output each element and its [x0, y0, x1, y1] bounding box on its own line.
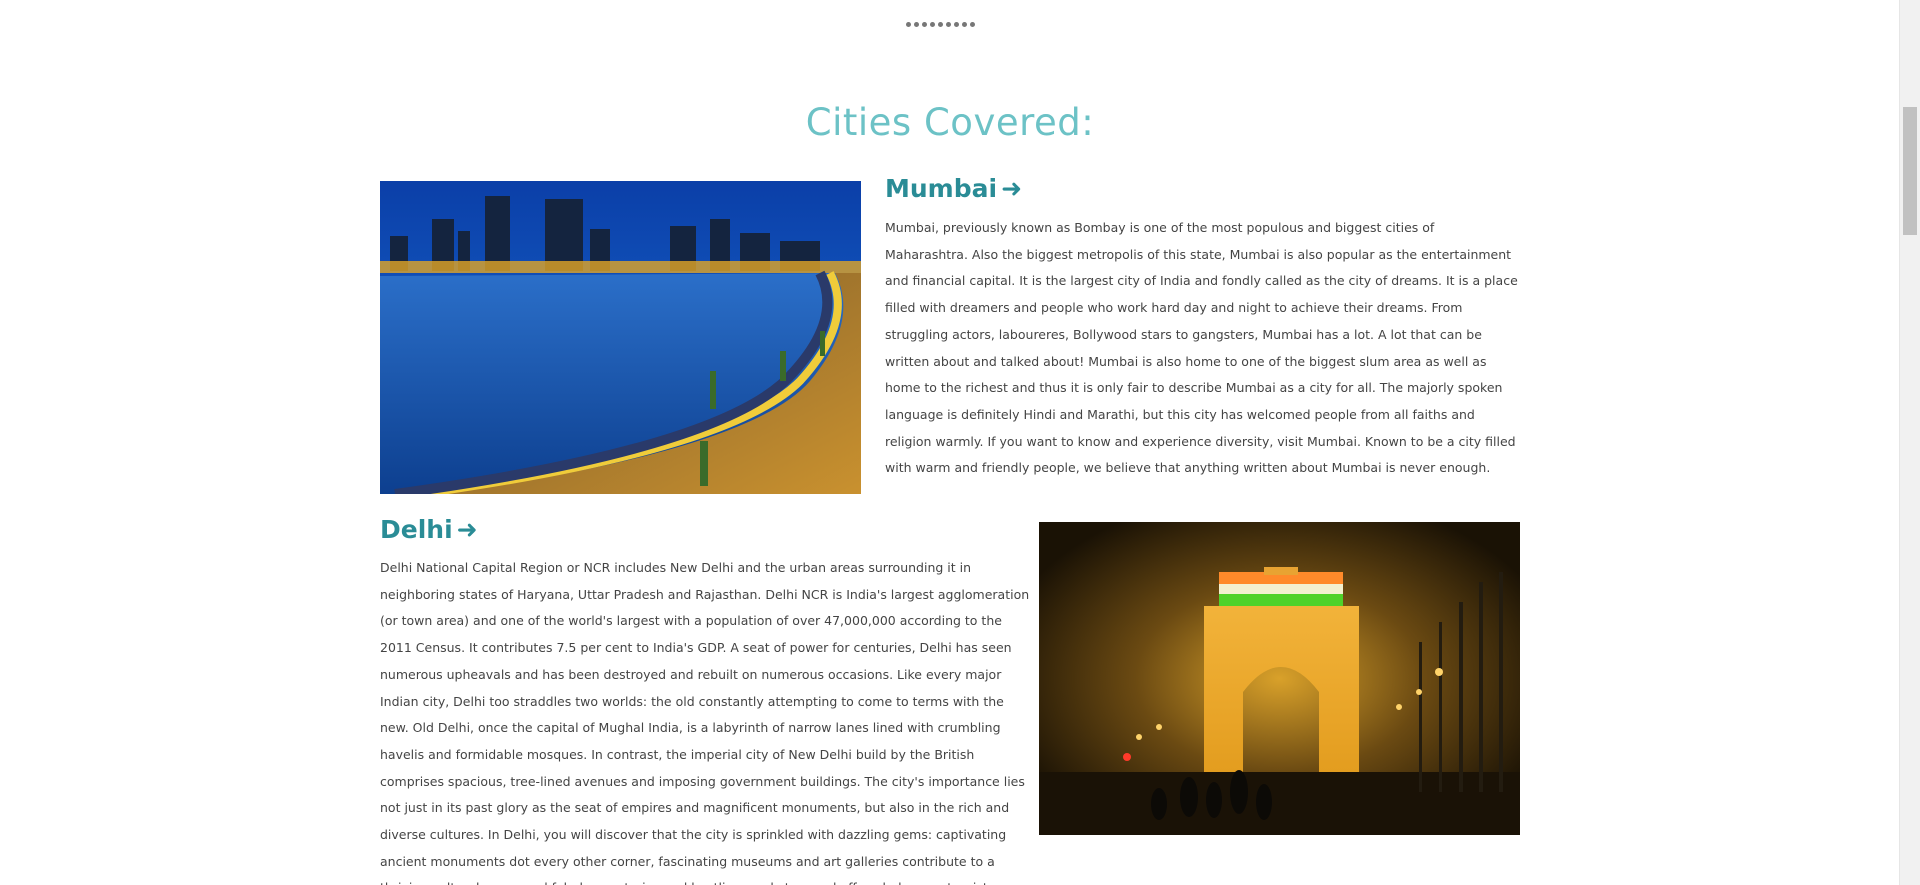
city-link-delhi[interactable]: Delhi ➜ [380, 515, 478, 544]
carousel-dot[interactable] [970, 22, 975, 27]
delhi-image [1039, 522, 1520, 835]
arrow-right-icon: ➜ [456, 515, 478, 544]
page: Cities Covered: Mumbai ➜ Mumbai, previou… [0, 0, 1920, 885]
city-name-mumbai: Mumbai [885, 174, 998, 203]
city-name-delhi: Delhi [380, 515, 453, 544]
carousel-dot[interactable] [930, 22, 935, 27]
carousel-dot[interactable] [906, 22, 911, 27]
carousel-dots[interactable] [906, 22, 975, 27]
carousel-dot[interactable] [946, 22, 951, 27]
carousel-dot[interactable] [962, 22, 967, 27]
scrollbar-thumb[interactable] [1903, 107, 1917, 235]
section-title: Cities Covered: [805, 100, 1095, 144]
page-scrollbar[interactable] [1899, 0, 1920, 885]
carousel-dot[interactable] [938, 22, 943, 27]
mumbai-image [380, 181, 861, 494]
carousel-dot[interactable] [954, 22, 959, 27]
carousel-dot[interactable] [922, 22, 927, 27]
arrow-right-icon: ➜ [1001, 174, 1023, 203]
city-description-mumbai: Mumbai, previously known as Bombay is on… [885, 220, 1518, 476]
carousel-dot[interactable] [914, 22, 919, 27]
city-link-mumbai[interactable]: Mumbai ➜ [885, 174, 1022, 203]
city-description-delhi: Delhi National Capital Region or NCR inc… [380, 560, 1030, 885]
